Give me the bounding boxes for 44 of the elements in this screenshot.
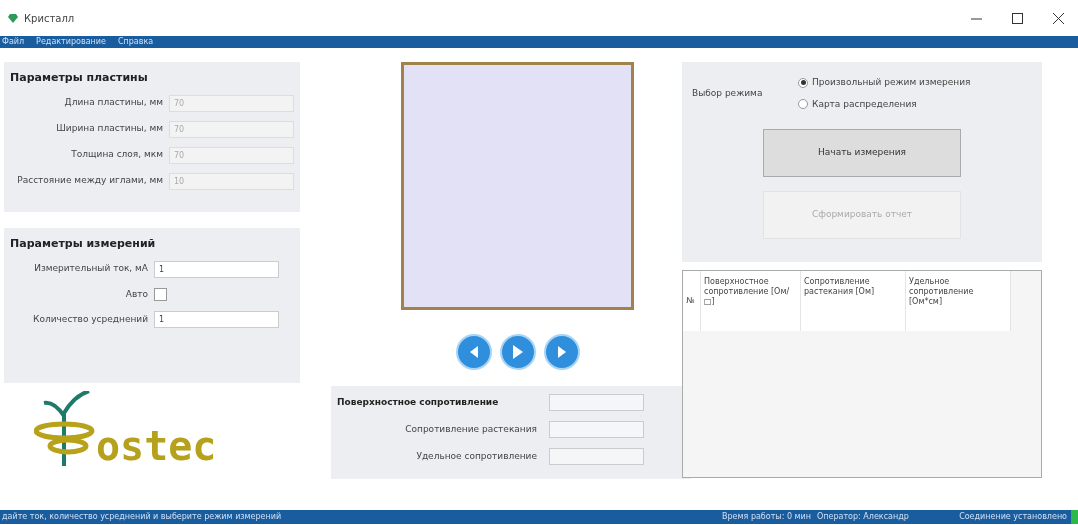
- menu-item[interactable]: Редактирование: [36, 36, 106, 48]
- radio-button[interactable]: [798, 99, 808, 110]
- column-header[interactable]: Поверхностное сопротивление [Ом/□]: [701, 271, 801, 331]
- field-label: Расстояние между иглами, мм: [17, 174, 163, 188]
- forward-button[interactable]: [544, 334, 580, 370]
- checkbox[interactable]: [154, 287, 167, 301]
- field-label: Авто: [124, 287, 148, 301]
- field-label: Ширина пластины, мм: [56, 122, 163, 136]
- maximize-button[interactable]: [1012, 12, 1023, 24]
- column-header[interactable]: Удельное сопротивление [Ом*см]: [906, 271, 1011, 331]
- result-label: Поверхностное сопротивление: [337, 395, 500, 409]
- field-label: Толщина слоя, мкм: [71, 148, 163, 162]
- field-label: Количество усреднений: [32, 312, 148, 326]
- play-button[interactable]: [500, 334, 536, 370]
- input-field[interactable]: 1: [154, 260, 279, 278]
- field-label: Длина пластины, мм: [64, 96, 163, 110]
- work-time: Время работы: 0 мин: [722, 511, 812, 523]
- operator-name: Оператор: Александр: [817, 511, 910, 523]
- radio-label[interactable]: Произвольный режим измерения: [812, 76, 971, 90]
- status-message: дайте ток, количество усреднений и выберите режим измерений: [2, 511, 283, 523]
- panel-title: Параметры пластины: [10, 70, 149, 86]
- play-icon: [513, 345, 523, 359]
- back-button[interactable]: [456, 334, 492, 370]
- input-field[interactable]: 1: [154, 311, 279, 328]
- logo-text: ostec: [96, 426, 217, 466]
- menu-item[interactable]: Справка: [117, 36, 154, 48]
- radio-label[interactable]: Карта распределения: [812, 97, 917, 111]
- radio-button[interactable]: [798, 77, 808, 88]
- panel-title: Параметры измерений: [10, 236, 157, 252]
- column-header[interactable]: №: [683, 271, 701, 331]
- logo-icon: [34, 391, 96, 466]
- connection-status: Соединение установлено: [959, 511, 1067, 523]
- column-header[interactable]: Сопротивление растекания [Ом]: [801, 271, 906, 331]
- app-icon: [8, 13, 18, 23]
- right-arrow-icon: [558, 346, 566, 358]
- mode-label: Выбор режима: [691, 86, 764, 100]
- result-label: Сопротивление растекания: [404, 422, 537, 436]
- left-arrow-icon: [470, 346, 478, 358]
- action-button[interactable]: Начать измерения: [763, 129, 961, 177]
- close-button[interactable]: [1053, 12, 1064, 24]
- window-title: Кристалл: [24, 11, 75, 26]
- menu-item[interactable]: Файл: [2, 36, 25, 48]
- field-label: Измерительный ток, мА: [33, 262, 148, 276]
- result-label: Удельное сопротивление: [415, 449, 537, 463]
